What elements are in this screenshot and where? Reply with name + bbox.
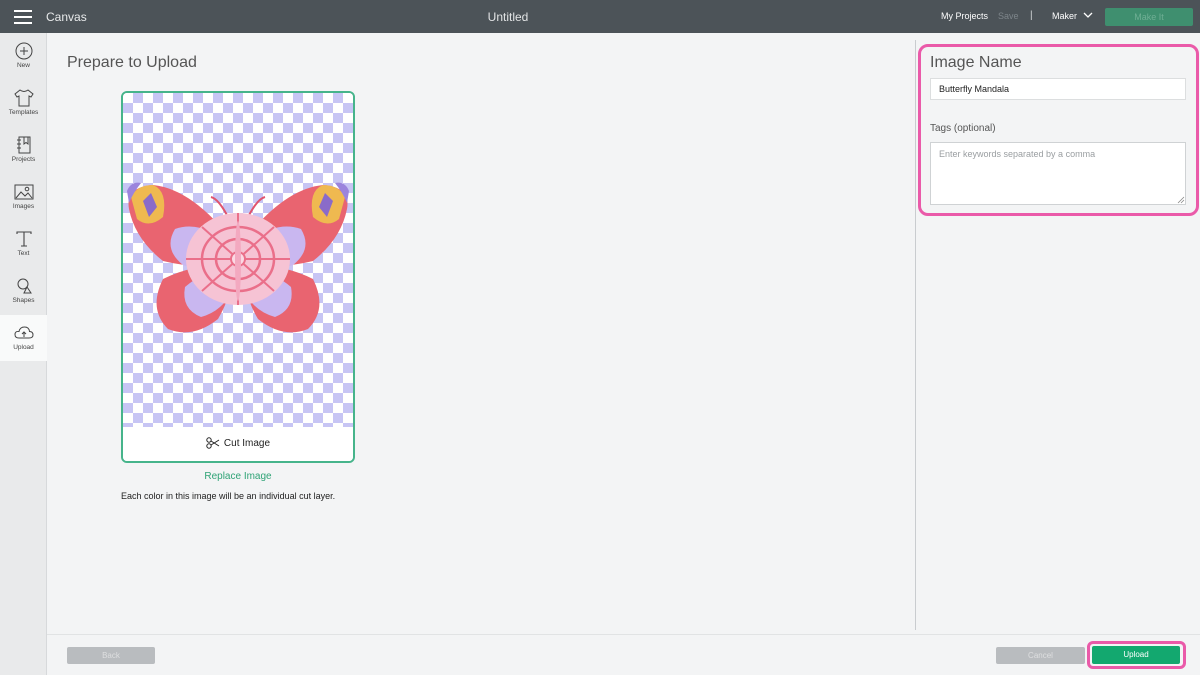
sidebar-item-images[interactable]: Images <box>0 174 47 220</box>
top-bar: Canvas Untitled My Projects Save | Maker… <box>0 0 1200 33</box>
chevron-down-icon[interactable] <box>1082 10 1094 20</box>
sidebar-item-label: Templates <box>8 109 39 116</box>
sidebar-item-upload[interactable]: Upload <box>0 315 47 361</box>
panel-divider <box>915 40 916 630</box>
make-it-button: Make It <box>1105 8 1193 26</box>
machine-selector[interactable]: Maker <box>1052 11 1077 21</box>
sidebar-item-label: Projects <box>11 156 36 163</box>
notebook-icon <box>16 136 30 154</box>
sidebar-item-new[interactable]: New <box>0 33 47 79</box>
tags-input[interactable] <box>930 142 1186 205</box>
footer-divider <box>47 634 1200 635</box>
tshirt-icon <box>13 89 34 107</box>
cut-image-option[interactable]: Cut Image <box>123 427 353 461</box>
page-title: Prepare to Upload <box>67 54 197 71</box>
sidebar-item-label: New <box>16 62 30 69</box>
cut-image-label: Cut Image <box>223 438 271 449</box>
topbar-separator: | <box>1030 10 1033 21</box>
butterfly-image <box>127 182 349 333</box>
resize-grip-icon[interactable] <box>1177 196 1185 204</box>
document-title[interactable]: Untitled <box>0 10 1016 24</box>
image-name-label: Image Name <box>930 54 1022 71</box>
shapes-icon <box>17 278 32 294</box>
cloud-upload-icon <box>13 326 34 339</box>
cut-layer-info: Each color in this image will be an indi… <box>121 491 336 501</box>
cancel-button[interactable]: Cancel <box>996 647 1085 664</box>
text-t-icon <box>15 231 32 247</box>
image-name-input[interactable] <box>930 78 1186 100</box>
scissors-icon <box>206 437 220 450</box>
sidebar-item-label: Text <box>17 250 30 257</box>
sidebar-item-label: Images <box>12 203 35 210</box>
my-projects-link[interactable]: My Projects <box>941 11 988 21</box>
save-link: Save <box>998 11 1019 21</box>
image-preview-card: Cut Image <box>121 91 355 463</box>
replace-image-link[interactable]: Replace Image <box>121 471 355 482</box>
back-button[interactable]: Back <box>67 647 155 664</box>
sidebar-item-templates[interactable]: Templates <box>0 80 47 126</box>
sidebar-item-label: Shapes <box>12 297 35 304</box>
sidebar-item-shapes[interactable]: Shapes <box>0 268 47 314</box>
sidebar-item-projects[interactable]: Projects <box>0 127 47 173</box>
image-icon <box>14 184 33 200</box>
sidebar: New Templates Projects Images Text Shape… <box>0 33 47 675</box>
tags-label: Tags (optional) <box>930 123 996 134</box>
sidebar-item-text[interactable]: Text <box>0 221 47 267</box>
upload-button[interactable]: Upload <box>1092 646 1180 664</box>
plus-circle-icon <box>15 42 32 60</box>
sidebar-item-label: Upload <box>13 344 34 351</box>
